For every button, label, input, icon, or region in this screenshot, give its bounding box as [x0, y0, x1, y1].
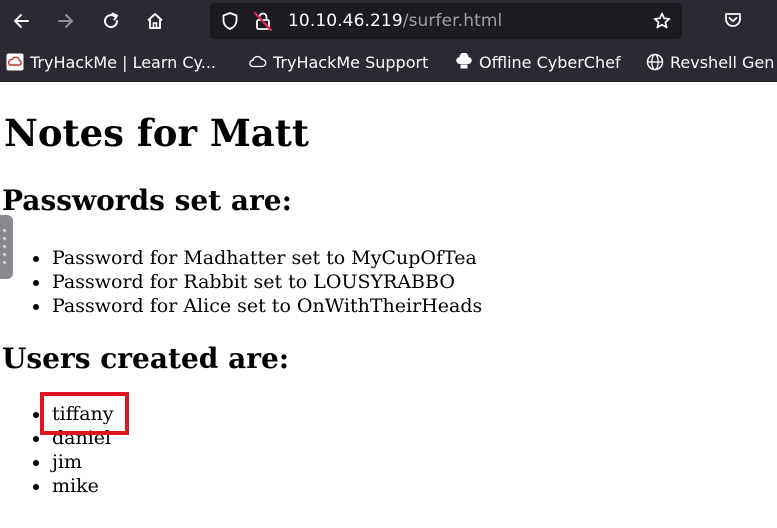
passwords-list: Password for Madhatter set to MyCupOfTea…	[30, 246, 482, 318]
bookmarks-bar: TryHackMe | Learn Cy... TryHackMe Suppor…	[0, 42, 777, 82]
chef-hat-icon	[455, 53, 473, 71]
reload-button[interactable]	[96, 7, 126, 35]
page-content: Notes for Matt Passwords set are: Passwo…	[0, 82, 777, 528]
list-item: mike	[30, 474, 114, 498]
cloud-icon	[249, 53, 267, 71]
forward-button[interactable]	[51, 7, 81, 35]
list-item: jim	[30, 450, 114, 474]
home-icon	[147, 13, 163, 29]
passwords-heading: Passwords set are:	[2, 184, 292, 217]
bookmark-tryhackme-support[interactable]: TryHackMe Support	[249, 50, 428, 74]
page-title: Notes for Matt	[4, 111, 309, 155]
bookmark-tryhackme[interactable]: TryHackMe | Learn Cy...	[6, 50, 216, 74]
bookmark-revshell-gen[interactable]: Revshell Gen	[646, 50, 774, 74]
list-item: Password for Alice set to OnWithTheirHea…	[30, 294, 482, 318]
users-heading: Users created are:	[2, 342, 290, 375]
arrow-left-icon	[14, 14, 29, 28]
url-path: /surfer.html	[402, 11, 503, 31]
sidebar-handle[interactable]	[0, 215, 13, 279]
tryhackme-icon	[6, 53, 24, 71]
highlight-box	[40, 392, 129, 435]
bookmark-label: TryHackMe Support	[273, 52, 429, 72]
list-item: Password for Rabbit set to LOUSYRABBO	[30, 270, 482, 294]
bookmark-label: TryHackMe | Learn Cy...	[30, 52, 216, 72]
insecure-lock-icon[interactable]	[252, 10, 274, 32]
browser-toolbar: 10.10.46.219/surfer.html	[0, 0, 777, 42]
bookmark-label: Offline CyberChef	[479, 52, 621, 72]
url-bar[interactable]: 10.10.46.219/surfer.html	[210, 3, 682, 39]
globe-icon	[646, 53, 664, 71]
url-host: 10.10.46.219	[288, 11, 403, 31]
bookmark-offline-cyberchef[interactable]: Offline CyberChef	[455, 50, 621, 74]
bookmark-label: Revshell Gen	[670, 52, 775, 72]
list-item: Password for Madhatter set to MyCupOfTea	[30, 246, 482, 270]
reload-icon	[104, 12, 119, 29]
shield-icon[interactable]	[220, 11, 240, 31]
url-text[interactable]: 10.10.46.219/surfer.html	[288, 10, 502, 32]
bookmark-star-icon[interactable]	[652, 11, 672, 31]
arrow-right-icon	[58, 14, 73, 28]
home-button[interactable]	[140, 7, 170, 35]
pocket-icon[interactable]	[722, 9, 744, 31]
back-button[interactable]	[6, 7, 36, 35]
